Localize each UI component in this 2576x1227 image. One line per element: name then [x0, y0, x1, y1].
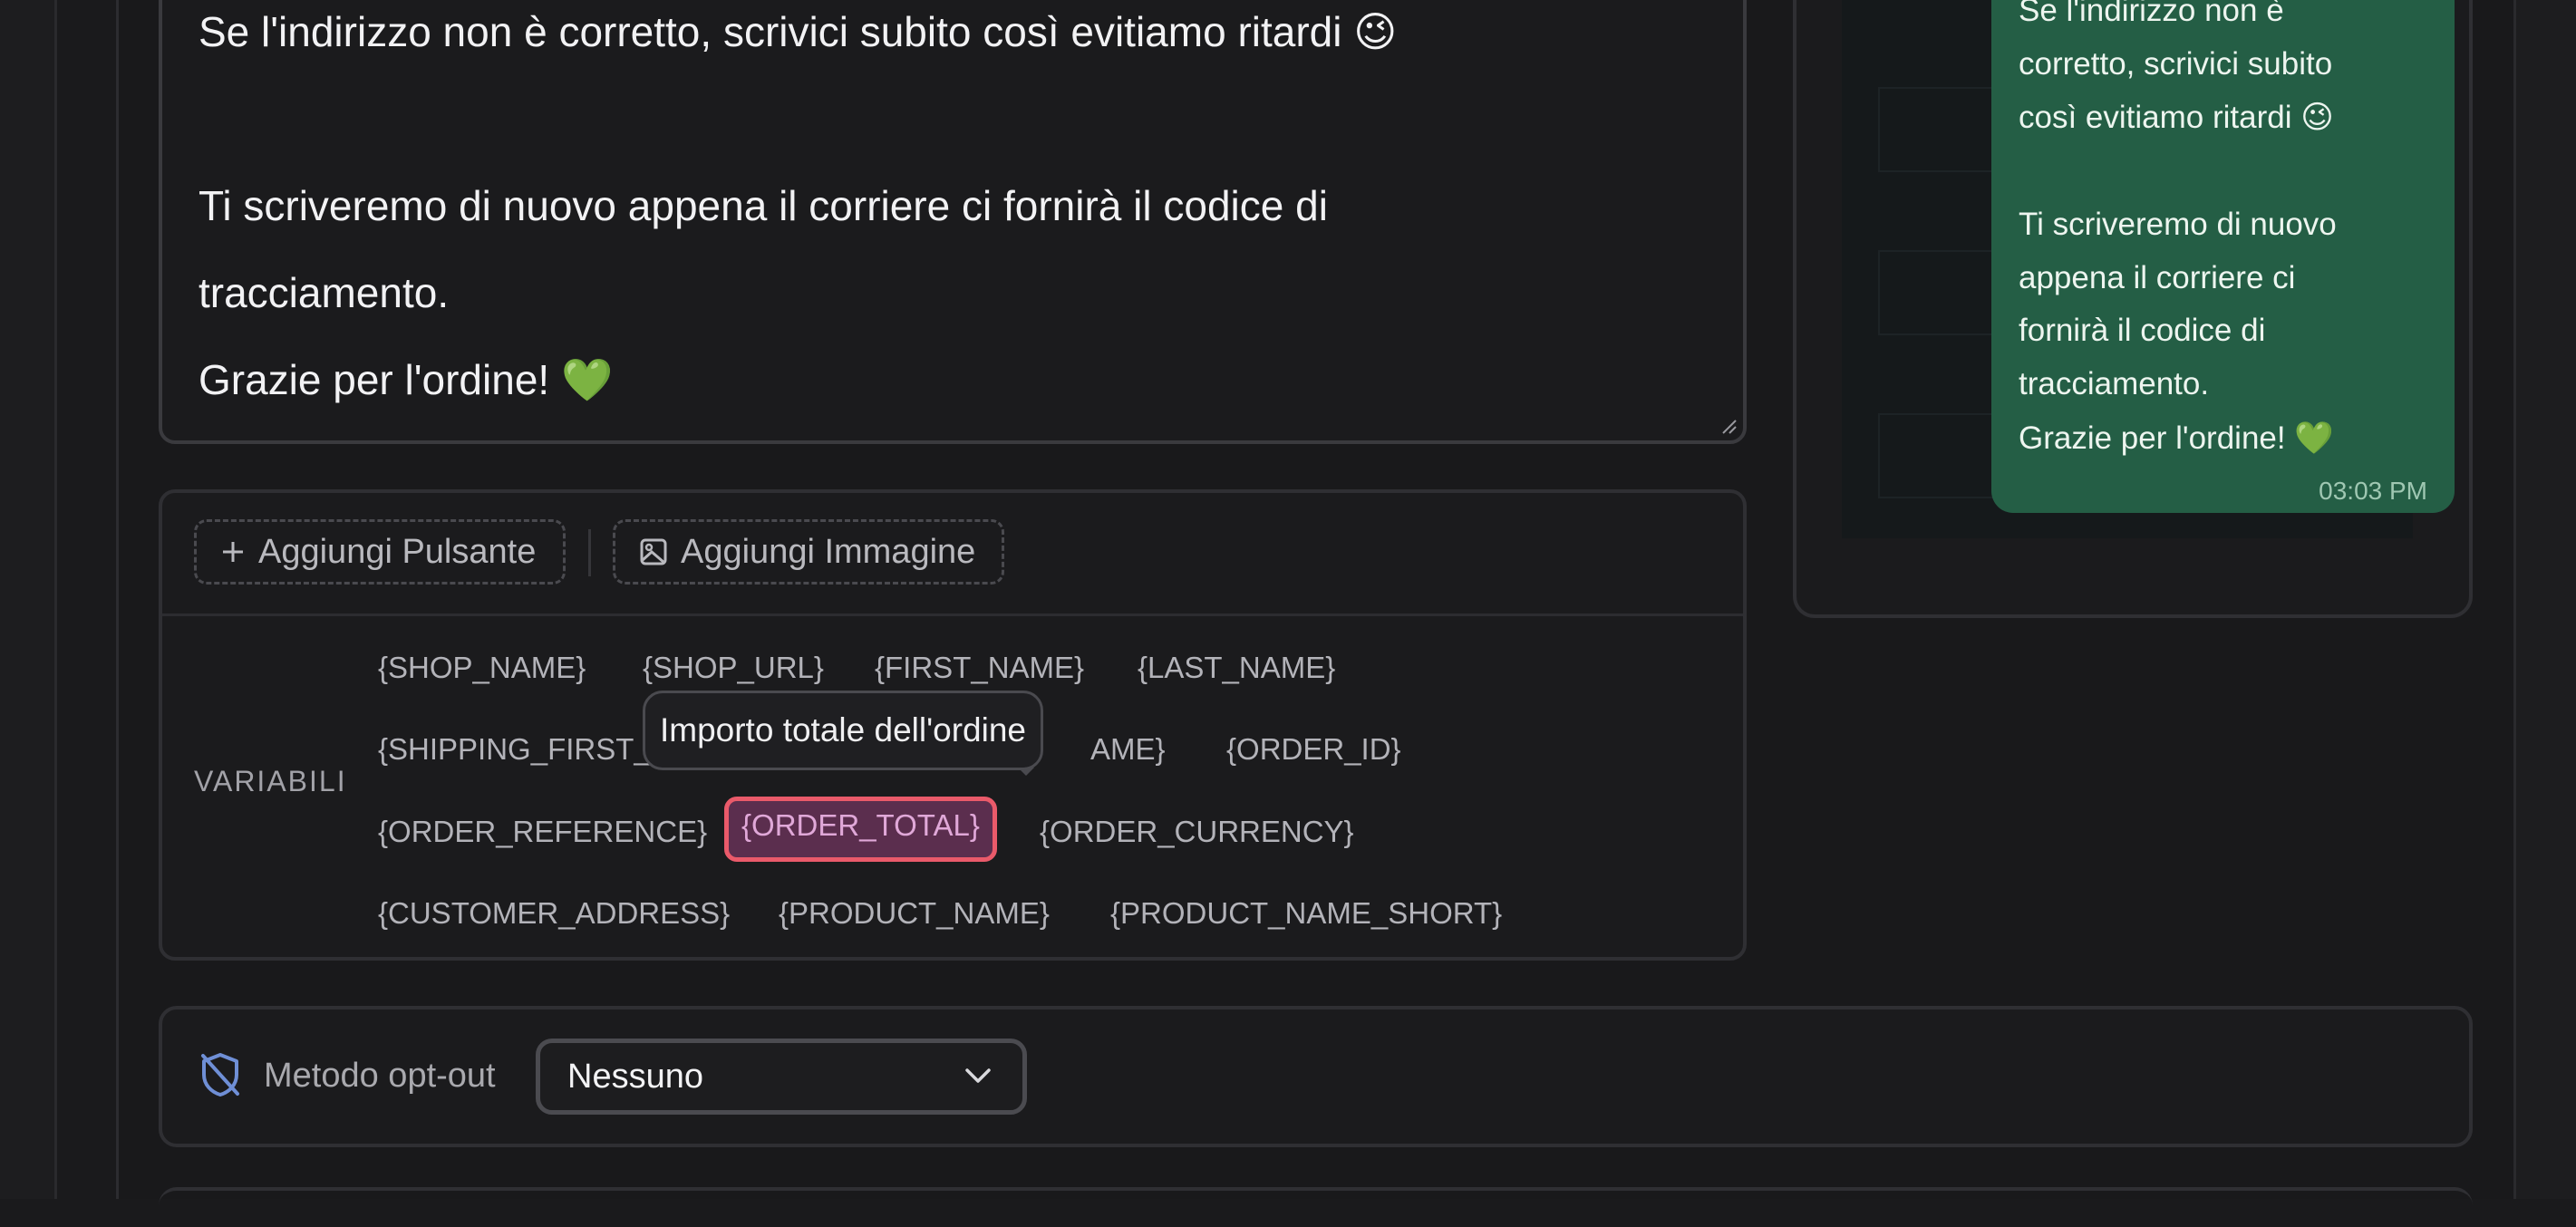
message-timestamp: 03:03 PM	[2319, 477, 2427, 505]
variable-chip[interactable]: {PRODUCT_NAME}	[766, 885, 1062, 942]
variable-chip[interactable]: {SHOP_NAME}	[365, 640, 598, 696]
next-section-edge	[159, 1187, 2473, 1227]
variable-chip[interactable]: {LAST_NAME}	[1125, 640, 1348, 696]
shield-off-icon	[201, 1053, 239, 1097]
bubble-line: Ti scriveremo di nuovo	[2019, 207, 2337, 242]
chat-background: Se l'indirizzo non è corretto, scrivici …	[1842, 0, 2455, 538]
variable-tooltip: Importo totale dell'ordine	[643, 691, 1043, 770]
bubble-line: così evitiamo ritardi 😉	[2019, 100, 2334, 135]
bubble-line: fornirà il codice di	[2019, 313, 2266, 348]
bubble-line: appena il corriere ci	[2019, 260, 2296, 295]
optout-label: Metodo opt-out	[264, 1057, 496, 1095]
message-line: Ti scriveremo di nuovo appena il corrier…	[199, 182, 1328, 229]
optout-section: Metodo opt-out Nessuno	[159, 1006, 2473, 1147]
bubble-line: Grazie per l'ordine! 💚	[2019, 420, 2334, 456]
image-icon	[640, 538, 667, 565]
chevron-down-icon	[965, 1068, 991, 1083]
optout-method-select[interactable]: Nessuno	[536, 1039, 1027, 1115]
plus-icon	[223, 542, 243, 562]
add-button-label: Aggiungi Pulsante	[258, 532, 537, 571]
variable-chip[interactable]: {ORDER_ID}	[1214, 721, 1414, 778]
variable-chip[interactable]: {PRODUCT_NAME_SHORT}	[1098, 885, 1515, 942]
bubble-line: tracciamento.	[2019, 366, 2210, 401]
bubble-line: corretto, scrivici subito	[2019, 46, 2333, 82]
resize-handle-icon[interactable]	[1719, 417, 1738, 435]
add-image-button[interactable]: Aggiungi Immagine	[613, 519, 1004, 585]
message-line: Grazie per l'ordine! 💚	[199, 356, 614, 403]
optout-selected-value: Nessuno	[567, 1057, 703, 1096]
variable-chip[interactable]: {SHIPPING_FIRST_	[365, 721, 663, 778]
variables-card: Aggiungi Pulsante Aggiungi Immagine VARI…	[159, 489, 1747, 961]
message-bubble: Se l'indirizzo non è corretto, scrivici …	[1991, 0, 2455, 513]
add-image-label: Aggiungi Immagine	[681, 532, 976, 571]
tooltip-arrow	[1018, 768, 1034, 776]
variable-chip[interactable]: {FIRST_NAME}	[862, 640, 1097, 696]
left-gutter	[0, 0, 57, 1199]
variable-chip-active[interactable]: {ORDER_TOTAL}	[724, 797, 997, 862]
variable-chip[interactable]: {SHOP_URL}	[630, 640, 837, 696]
right-gutter	[2513, 0, 2576, 1199]
message-line: tracciamento.	[199, 269, 450, 316]
message-line: Se l'indirizzo non è corretto, scrivici …	[199, 8, 1398, 55]
message-toolbar: Aggiungi Pulsante Aggiungi Immagine	[162, 493, 1743, 616]
variable-chip[interactable]: {ORDER_REFERENCE}	[365, 804, 720, 860]
message-textarea[interactable]: Se l'indirizzo non è corretto, scrivici …	[159, 0, 1747, 444]
variable-chip[interactable]: AME}	[1078, 721, 1178, 778]
variable-chip[interactable]: {ORDER_CURRENCY}	[1027, 804, 1367, 860]
variables-label: VARIABILI	[194, 765, 347, 797]
message-preview-panel: Se l'indirizzo non è corretto, scrivici …	[1793, 0, 2473, 618]
variable-chip[interactable]: {CUSTOMER_ADDRESS}	[365, 885, 742, 942]
bubble-line: Se l'indirizzo non è	[2019, 0, 2284, 28]
add-button-button[interactable]: Aggiungi Pulsante	[194, 519, 566, 585]
toolbar-divider	[588, 529, 591, 576]
